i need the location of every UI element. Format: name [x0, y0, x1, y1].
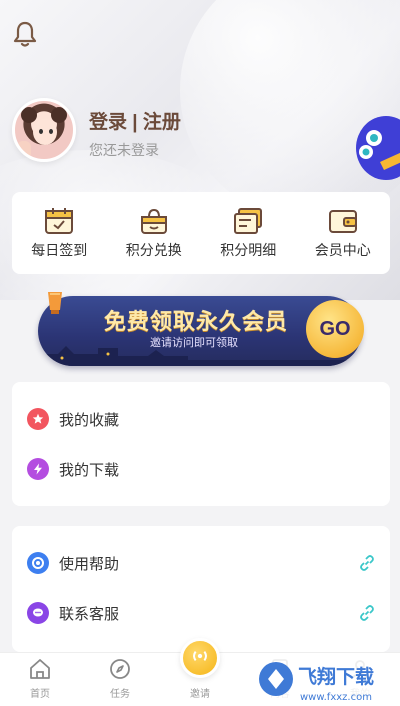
watermark-url: www.fxxz.com	[300, 692, 372, 703]
my-downloads-item[interactable]: 我的下载	[12, 444, 390, 494]
banner-title: 免费领取永久会员	[104, 309, 289, 334]
quick-actions-card: 每日签到 积分兑换 积分明细 会员中心	[12, 192, 390, 274]
points-details-button[interactable]: 积分明细	[208, 207, 288, 260]
cards-list-icon	[234, 207, 263, 234]
tab-invite[interactable]: 邀请	[160, 638, 240, 706]
help-item[interactable]: 使用帮助	[12, 538, 390, 588]
daily-checkin-button[interactable]: 每日签到	[19, 207, 99, 260]
shopping-bag-icon	[140, 208, 167, 234]
star-icon	[27, 408, 49, 430]
menu-card-support: 使用帮助 联系客服	[12, 526, 390, 652]
mascot-illustration	[356, 116, 400, 180]
login-status-text: 您还未登录	[89, 142, 159, 158]
contact-support-item[interactable]: 联系客服	[12, 588, 390, 638]
watermark-text: 飞翔下载	[298, 665, 374, 688]
link-icon	[360, 605, 374, 621]
calendar-check-icon	[45, 207, 74, 234]
menu-card-favorites: 我的收藏 我的下载	[12, 382, 390, 506]
tab-tasks[interactable]: 任务	[80, 652, 160, 706]
member-center-button[interactable]: 会员中心	[303, 207, 383, 260]
help-icon	[27, 552, 49, 574]
points-exchange-button[interactable]: 积分兑换	[114, 207, 194, 260]
go-button[interactable]: GO	[306, 300, 364, 358]
wallet-icon	[328, 209, 357, 233]
broadcast-icon	[180, 638, 220, 678]
bell-icon[interactable]	[12, 20, 38, 48]
login-register-link[interactable]: 登录 | 注册	[89, 107, 181, 134]
banner-subtitle: 邀请访问即可领取	[150, 337, 238, 349]
lantern-icon	[48, 292, 62, 314]
avatar[interactable]	[12, 98, 76, 162]
lightning-icon	[27, 458, 49, 480]
compass-icon	[110, 659, 130, 679]
link-icon	[360, 555, 374, 571]
site-watermark-logo: 飞翔下载 www.fxxz.com	[254, 655, 400, 706]
chat-icon	[27, 602, 49, 624]
my-favorites-item[interactable]: 我的收藏	[12, 394, 390, 444]
free-vip-banner[interactable]: 免费领取永久会员 邀请访问即可领取 GO	[38, 288, 364, 368]
tab-home[interactable]: 首页	[0, 652, 80, 706]
home-icon	[30, 659, 50, 679]
